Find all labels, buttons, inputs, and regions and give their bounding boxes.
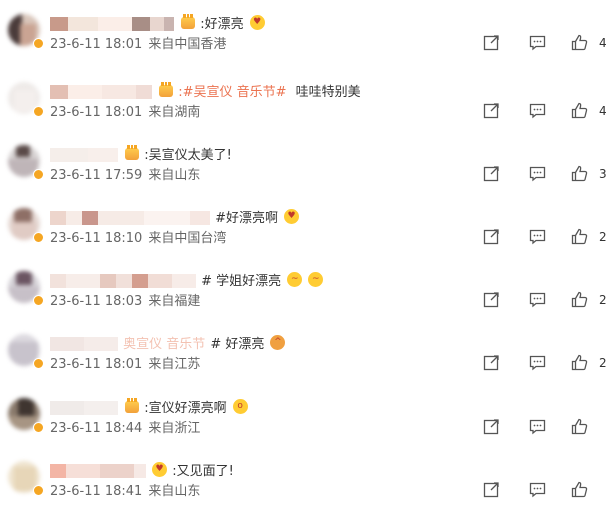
comment-location: 来自浙江 (148, 421, 201, 436)
comment-item: :#吴宣仪 音乐节# 哇哇特别美 23-6-11 18:01 来自湖南 4 (0, 80, 609, 143)
share-icon[interactable] (483, 102, 500, 119)
comment-time: 23-6-11 18:10 (50, 231, 143, 246)
thumbs-up-icon[interactable] (571, 291, 588, 308)
comment-text: :吴宣仪太美了! (144, 148, 232, 163)
comment-text: # 好漂亮 (210, 337, 265, 352)
vip-crown-icon (159, 81, 174, 97)
comment-location: 来自山东 (148, 484, 201, 499)
comment-item: :宣仪好漂亮啊 o 23-6-11 18:44 来自浙江 (0, 396, 609, 459)
cat-emoji-icon: ^ (270, 335, 286, 350)
thumbs-up-icon[interactable] (571, 34, 588, 51)
share-icon[interactable] (483, 354, 500, 371)
comment-icon[interactable] (529, 291, 546, 308)
comment-time: 23-6-11 18:41 (50, 484, 143, 499)
like-count: 3 (599, 166, 607, 181)
thumbs-up-icon[interactable] (571, 228, 588, 245)
drooling-emoji-icon: ~ (287, 272, 303, 287)
thumbs-up-icon[interactable] (571, 354, 588, 371)
username-blurred[interactable] (50, 273, 196, 288)
comment-time: 23-6-11 17:59 (50, 168, 143, 183)
like-count: 2 (599, 355, 607, 370)
comment-location: 来自中国台湾 (148, 231, 227, 246)
comment-text: :宣仪好漂亮啊 (144, 401, 227, 416)
comment-item: :吴宣仪太美了! 23-6-11 17:59 来自山东 3 (0, 143, 609, 206)
comment-icon[interactable] (529, 165, 546, 182)
like-count: 4 (599, 103, 607, 118)
thumbs-up-icon[interactable] (571, 165, 588, 182)
comment-text: :好漂亮 (200, 17, 244, 32)
surprised-emoji-icon: o (232, 399, 248, 414)
comment-icon[interactable] (529, 102, 546, 119)
comment-icon[interactable] (529, 481, 546, 498)
comment-location: 来自福建 (148, 294, 201, 309)
comment-text: 哇哇特别美 (295, 85, 361, 100)
heart-eyes-emoji-icon: ♥ (249, 15, 265, 30)
verified-badge-icon (33, 485, 44, 496)
drooling-emoji-icon: ~ (308, 272, 324, 287)
vip-crown-icon (125, 144, 140, 160)
username-blurred[interactable] (50, 400, 118, 415)
share-icon[interactable] (483, 228, 500, 245)
topic-hashtag-link[interactable]: 奥宣仪 音乐节 (123, 337, 205, 352)
comment-location: 来自江苏 (148, 357, 201, 372)
verified-badge-icon (33, 38, 44, 49)
comment-time: 23-6-11 18:01 (50, 105, 143, 120)
vip-crown-icon (181, 13, 196, 29)
thumbs-up-icon[interactable] (571, 418, 588, 435)
comment-item: # 学姐好漂亮 ~ ~ 23-6-11 18:03 来自福建 2 (0, 269, 609, 332)
username-blurred[interactable] (50, 84, 152, 99)
comment-location: 来自湖南 (148, 105, 201, 120)
verified-badge-icon (33, 358, 44, 369)
comment-text: :又见面了! (172, 464, 234, 479)
share-icon[interactable] (483, 418, 500, 435)
verified-badge-icon (33, 106, 44, 117)
username-blurred[interactable] (50, 16, 174, 31)
like-count: 2 (599, 292, 607, 307)
share-icon[interactable] (483, 291, 500, 308)
vip-crown-icon (125, 397, 140, 413)
heart-eyes-emoji-icon: ♥ (152, 462, 168, 477)
share-icon[interactable] (483, 481, 500, 498)
username-blurred[interactable] (50, 147, 118, 162)
comment-location: 来自山东 (148, 168, 201, 183)
username-blurred[interactable] (50, 210, 210, 225)
topic-hashtag-link[interactable]: :#吴宣仪 音乐节# (178, 85, 286, 100)
like-count: 4 (599, 35, 607, 50)
comment-icon[interactable] (529, 418, 546, 435)
comment-icon[interactable] (529, 354, 546, 371)
comment-time: 23-6-11 18:01 (50, 37, 143, 52)
comment-time: 23-6-11 18:03 (50, 294, 143, 309)
verified-badge-icon (33, 422, 44, 433)
comment-item: #好漂亮啊 ♥ 23-6-11 18:10 来自中国台湾 2 (0, 206, 609, 269)
comment-time: 23-6-11 18:44 (50, 421, 143, 436)
heart-eyes-emoji-icon: ♥ (284, 209, 300, 224)
verified-badge-icon (33, 295, 44, 306)
like-count: 2 (599, 229, 607, 244)
username-blurred[interactable] (50, 336, 118, 351)
share-icon[interactable] (483, 34, 500, 51)
share-icon[interactable] (483, 165, 500, 182)
verified-badge-icon (33, 169, 44, 180)
comment-location: 来自中国香港 (148, 37, 227, 52)
thumbs-up-icon[interactable] (571, 102, 588, 119)
comment-icon[interactable] (529, 228, 546, 245)
comment-text: #好漂亮啊 (215, 211, 278, 226)
comment-item: 奥宣仪 音乐节 # 好漂亮 ^ 23-6-11 18:01 来自江苏 2 (0, 332, 609, 395)
comment-icon[interactable] (529, 34, 546, 51)
comment-item: ♥ :又见面了! 23-6-11 18:41 来自山东 (0, 459, 609, 522)
thumbs-up-icon[interactable] (571, 481, 588, 498)
verified-badge-icon (33, 232, 44, 243)
comment-time: 23-6-11 18:01 (50, 357, 143, 372)
comment-item: :好漂亮 ♥ 23-6-11 18:01 来自中国香港 4 (0, 12, 609, 75)
username-blurred[interactable] (50, 463, 146, 478)
comment-text: # 学姐好漂亮 (201, 274, 282, 289)
